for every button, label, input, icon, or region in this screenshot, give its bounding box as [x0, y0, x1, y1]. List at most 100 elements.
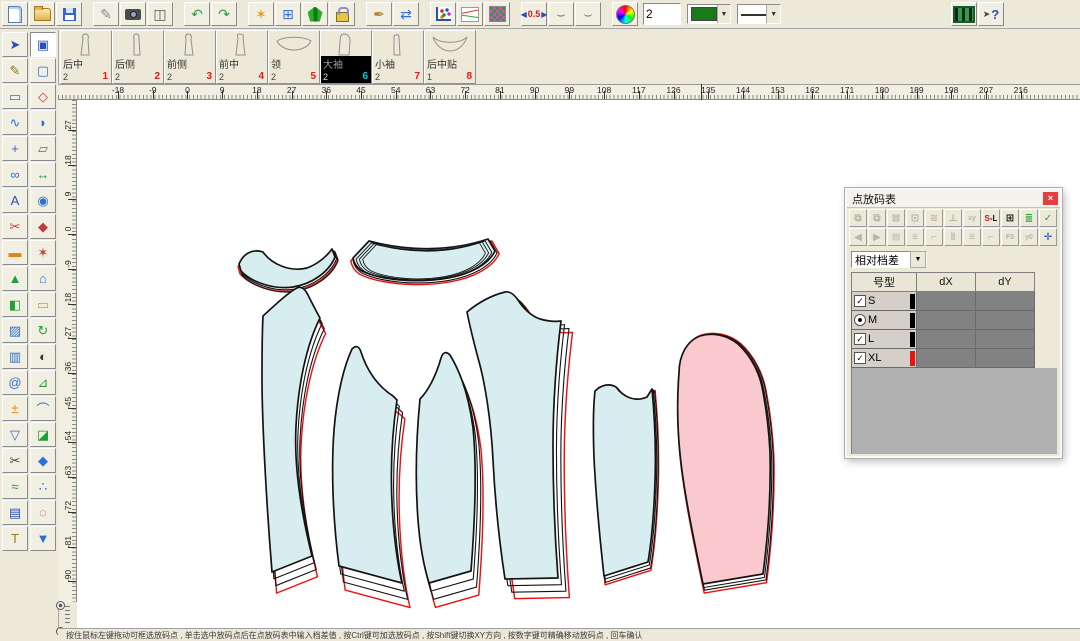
- pattern-tab-2[interactable]: 后侧22: [112, 30, 164, 84]
- lock-button[interactable]: [329, 2, 355, 26]
- new-window-button[interactable]: ⊞: [275, 2, 301, 26]
- pattern-piece-后中贴[interactable]: [238, 249, 338, 292]
- undo-button[interactable]: ↶: [184, 2, 210, 26]
- redo-button[interactable]: ↷: [211, 2, 237, 26]
- size-cell-XL[interactable]: ✓XL: [852, 349, 917, 368]
- curve-grade-chart-button[interactable]: [457, 2, 483, 26]
- point-grade-chart-button[interactable]: [430, 2, 456, 26]
- piece-measure-tool[interactable]: ▱: [30, 136, 56, 161]
- merge-pieces-tool[interactable]: ◪: [30, 422, 56, 447]
- close-icon[interactable]: ×: [1043, 192, 1058, 205]
- grading-mode-select[interactable]: 相对档差 ▼: [851, 251, 927, 268]
- stripe-fill-tool[interactable]: ▨: [2, 318, 28, 343]
- dy-cell-S[interactable]: [976, 292, 1035, 311]
- dx-cell-S[interactable]: [917, 292, 976, 311]
- send-to-marker-button[interactable]: ⇄: [393, 2, 419, 26]
- curve-smooth-button[interactable]: ⌣: [548, 2, 574, 26]
- pleat-bars-tool[interactable]: ▤: [2, 500, 28, 525]
- measure-button[interactable]: ✶: [248, 2, 274, 26]
- text-tool[interactable]: A: [2, 188, 28, 213]
- pattern-tab-1[interactable]: 后中21: [60, 30, 112, 84]
- pen-tool-button[interactable]: ✎: [93, 2, 119, 26]
- pattern-tab-4[interactable]: 前中24: [216, 30, 268, 84]
- sl-mode-button[interactable]: S-L: [982, 209, 1000, 227]
- photo-capture-button[interactable]: [120, 2, 146, 26]
- fullness-tool[interactable]: ✶: [30, 240, 56, 265]
- grade-transfer-tool[interactable]: ⊿: [30, 370, 56, 395]
- pocket-tool[interactable]: ▢: [30, 58, 56, 83]
- film-record-button[interactable]: [951, 2, 977, 26]
- grading-panel-titlebar[interactable]: 点放码表 ×: [847, 190, 1060, 208]
- rotate-copy-tool[interactable]: ✂: [2, 214, 28, 239]
- pleat-tool[interactable]: ▥: [2, 344, 28, 369]
- wave-line-tool[interactable]: ≈: [2, 474, 28, 499]
- split-piece-tool[interactable]: ◧: [2, 292, 28, 317]
- length-measure-tool[interactable]: ↔: [30, 162, 56, 187]
- adjust-amount-tool[interactable]: ±: [2, 396, 28, 421]
- checkbox-checked-icon[interactable]: ✓: [854, 333, 866, 345]
- cut-tool[interactable]: ✂: [2, 448, 28, 473]
- pattern-piece-前中[interactable]: [467, 292, 572, 599]
- checkbox-checked-icon[interactable]: ✓: [854, 352, 866, 364]
- dx-cell-M[interactable]: [917, 311, 976, 330]
- chain-curve-tool[interactable]: ∞: [2, 162, 28, 187]
- dx-cell-XL[interactable]: [917, 349, 976, 368]
- save-button[interactable]: [56, 2, 82, 26]
- dashed-piece-tool[interactable]: ◌: [30, 500, 56, 525]
- open-file-button[interactable]: [29, 2, 55, 26]
- spiral-tool[interactable]: @: [2, 370, 28, 395]
- intersect-point-tool[interactable]: +: [2, 136, 28, 161]
- size-list-button[interactable]: ≣: [1020, 209, 1038, 227]
- seam-allowance-tool[interactable]: ◇: [30, 84, 56, 109]
- pattern-select-tool[interactable]: ▣: [30, 32, 56, 57]
- dart-transfer-tool[interactable]: ◆: [30, 214, 56, 239]
- xy-color-button[interactable]: ✛: [1039, 228, 1057, 246]
- dx-cell-L[interactable]: [917, 330, 976, 349]
- pattern-piece-大袖[interactable]: [678, 333, 774, 593]
- color-wheel-button[interactable]: [612, 2, 638, 26]
- brush-button[interactable]: ✒: [366, 2, 392, 26]
- pattern-tab-7[interactable]: 小袖27: [372, 30, 424, 84]
- pattern-tab-8[interactable]: 后中贴18: [424, 30, 476, 84]
- dy-cell-M[interactable]: [976, 311, 1035, 330]
- grade-table-button[interactable]: [484, 2, 510, 26]
- sewing-machine-tool[interactable]: ⌂: [30, 266, 56, 291]
- line-color-select[interactable]: ▼: [687, 4, 731, 24]
- radio-selected-icon[interactable]: [854, 314, 866, 326]
- compare-pieces-tool[interactable]: ◐: [30, 344, 56, 369]
- drape-tool[interactable]: ▼: [30, 526, 56, 551]
- curve-point-tool[interactable]: ∿: [2, 110, 28, 135]
- pencil-tool[interactable]: ✎: [2, 58, 28, 83]
- pattern-piece-领[interactable]: [351, 239, 499, 285]
- pattern-piece-小袖[interactable]: [593, 385, 658, 585]
- dy-cell-L[interactable]: [976, 330, 1035, 349]
- pattern-tab-3[interactable]: 前侧23: [164, 30, 216, 84]
- size-cell-L[interactable]: ✓L: [852, 330, 917, 349]
- symmetry-tool[interactable]: ∴: [30, 474, 56, 499]
- piece-tool[interactable]: ◗: [30, 110, 56, 135]
- pattern-piece-前侧[interactable]: [416, 353, 483, 608]
- line-style-select[interactable]: ▼: [737, 4, 781, 24]
- grade-table-mode-button[interactable]: ⊞: [1001, 209, 1019, 227]
- new-file-button[interactable]: [2, 2, 28, 26]
- line-width-input[interactable]: [643, 3, 681, 25]
- move-rotate-tool[interactable]: ↻: [30, 318, 56, 343]
- select-arrow-tool[interactable]: ➤: [2, 32, 28, 57]
- round-corner-tool[interactable]: ⌒: [30, 396, 56, 421]
- plotter-button[interactable]: ◫: [147, 2, 173, 26]
- size-cell-M[interactable]: M: [852, 311, 917, 330]
- pattern-piece-button[interactable]: [302, 2, 328, 26]
- garment-tool[interactable]: ▲: [2, 266, 28, 291]
- pattern-piece-后中[interactable]: [262, 287, 326, 593]
- dy-cell-XL[interactable]: [976, 349, 1035, 368]
- notch-tool[interactable]: ◆: [30, 448, 56, 473]
- width-measure-tool[interactable]: ▭: [30, 292, 56, 317]
- chevron-down-icon[interactable]: ▼: [766, 5, 780, 23]
- size-cell-S[interactable]: ✓S: [852, 292, 917, 311]
- checkbox-checked-icon[interactable]: ✓: [854, 295, 866, 307]
- t-square-tool[interactable]: T: [2, 526, 28, 551]
- pattern-tab-6[interactable]: 大袖26: [320, 30, 372, 84]
- chevron-down-icon[interactable]: ▼: [717, 5, 730, 23]
- rectangle-tool[interactable]: ▭: [2, 84, 28, 109]
- pattern-tab-5[interactable]: 领25: [268, 30, 320, 84]
